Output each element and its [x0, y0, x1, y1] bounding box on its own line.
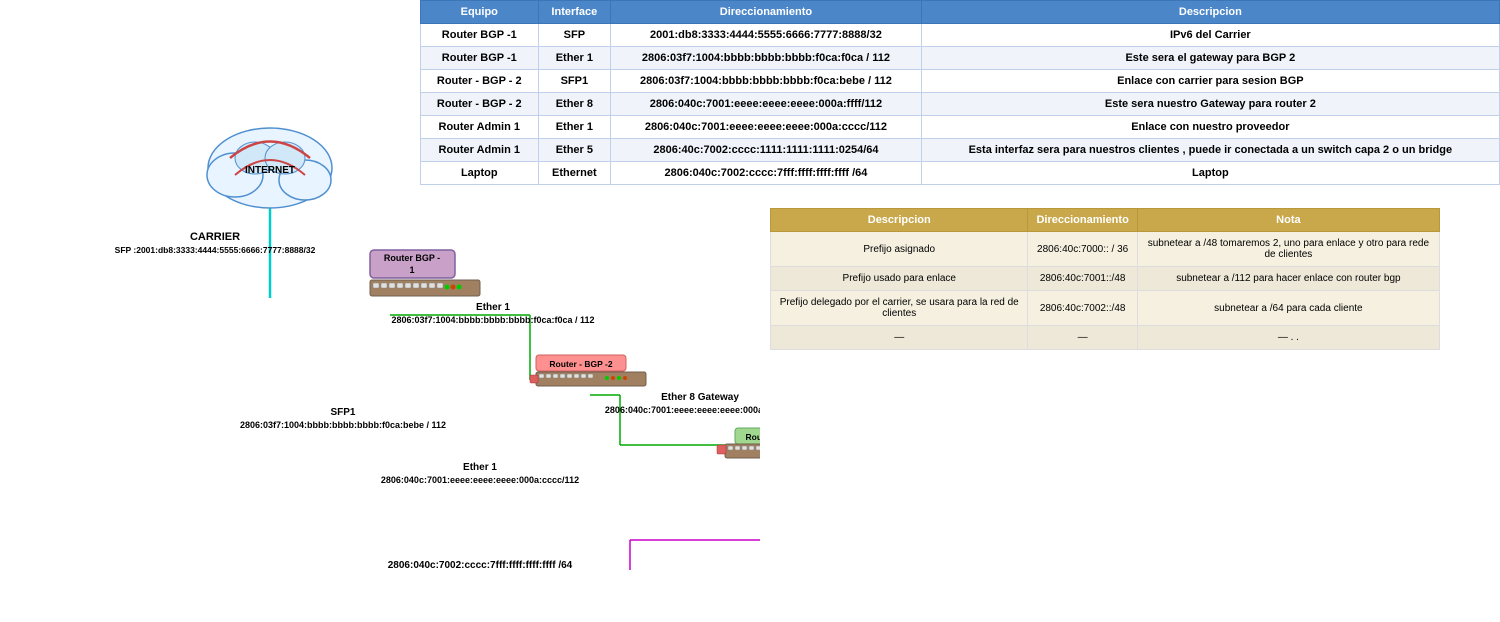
table-cell-descripcion: Enlace con carrier para sesion BGP [921, 70, 1499, 93]
table2-cell-nota: subnetear a /64 para cada cliente [1137, 291, 1439, 326]
bgp1-ether1-addr: 2806:03f7:1004:bbbb:bbbb:bbbb:f0ca:f0ca … [391, 315, 594, 325]
bgp2-sfp1-addr: 2806:03f7:1004:bbbb:bbbb:bbbb:f0ca:bebe … [240, 420, 446, 430]
table2-row: Prefijo delegado por el carrier, se usar… [771, 291, 1440, 326]
bgp1-ether1-label: Ether 1 [476, 302, 510, 313]
table-cell-descripcion: Enlace con nuestro proveedor [921, 116, 1499, 139]
second-table-section: Descripcion Direccionamiento Nota Prefij… [770, 208, 1440, 350]
table2-cell-descripcion: Prefijo delegado por el carrier, se usar… [771, 291, 1028, 326]
router-admin1-box-label: Router Admin 1 [746, 432, 760, 442]
table2-cell-nota: subnetear a /48 tomaremos 2, uno para en… [1137, 232, 1439, 267]
col2-direccionamiento: Direccionamiento [1028, 209, 1137, 232]
table-cell-descripcion: Esta interfaz sera para nuestros cliente… [921, 139, 1499, 162]
router-bgp2-box-label: Router - BGP -2 [549, 359, 612, 369]
admin1-ether1-label: Ether 1 [463, 462, 497, 473]
table2-cell-direccionamiento: 2806:40c:7000:: / 36 [1028, 232, 1137, 267]
table2-cell-descripcion: Prefijo usado para enlace [771, 267, 1028, 291]
svg-text:1: 1 [409, 265, 414, 275]
bgp2-ether8-addr: 2806:040c:7001:eeee:eeee:eeee:000a:ffff/… [605, 405, 760, 415]
carrier-sfp-label: SFP :2001:db8:3333:4444:5555:6666:7777:8… [115, 245, 316, 255]
table2-row: Prefijo usado para enlace2806:40c:7001::… [771, 267, 1440, 291]
router-bgp1-box-label: Router BGP - [384, 253, 440, 263]
carrier-label: CARRIER [190, 231, 240, 243]
table-cell-descripcion: IPv6 del Carrier [921, 24, 1499, 47]
table2-cell-direccionamiento: 2806:40c:7001::/48 [1028, 267, 1137, 291]
second-table: Descripcion Direccionamiento Nota Prefij… [770, 208, 1440, 350]
table2-row: Prefijo asignado2806:40c:7000:: / 36subn… [771, 232, 1440, 267]
diagram-section: INTERNET CARRIER SFP :2001:db8:3333:4444… [0, 0, 760, 622]
col2-nota: Nota [1137, 209, 1439, 232]
table2-cell-nota: — . . [1137, 326, 1439, 350]
table-cell-descripcion: Laptop [921, 162, 1499, 185]
table2-cell-direccionamiento: — [1028, 326, 1137, 350]
bgp2-ether8-label: Ether 8 Gateway [661, 392, 739, 403]
laptop-addr-label: 2806:040c:7002:cccc:7fff:ffff:ffff:ffff … [388, 560, 573, 571]
table-cell-descripcion: Este sera el gateway para BGP 2 [921, 47, 1499, 70]
table2-row: ——— . . [771, 326, 1440, 350]
table-cell-descripcion: Este sera nuestro Gateway para router 2 [921, 93, 1499, 116]
bgp2-sfp1-label: SFP1 [330, 407, 355, 418]
table2-cell-descripcion: Prefijo asignado [771, 232, 1028, 267]
internet-label: INTERNET [245, 165, 295, 176]
table2-cell-nota: subnetear a /112 para hacer enlace con r… [1137, 267, 1439, 291]
admin1-ether1-addr: 2806:040c:7001:eeee:eeee:eeee:000a:cccc/… [381, 475, 579, 485]
table2-cell-direccionamiento: 2806:40c:7002::/48 [1028, 291, 1137, 326]
table2-cell-descripcion: — [771, 326, 1028, 350]
col2-descripcion: Descripcion [771, 209, 1028, 232]
col-descripcion: Descripcion [921, 1, 1499, 24]
